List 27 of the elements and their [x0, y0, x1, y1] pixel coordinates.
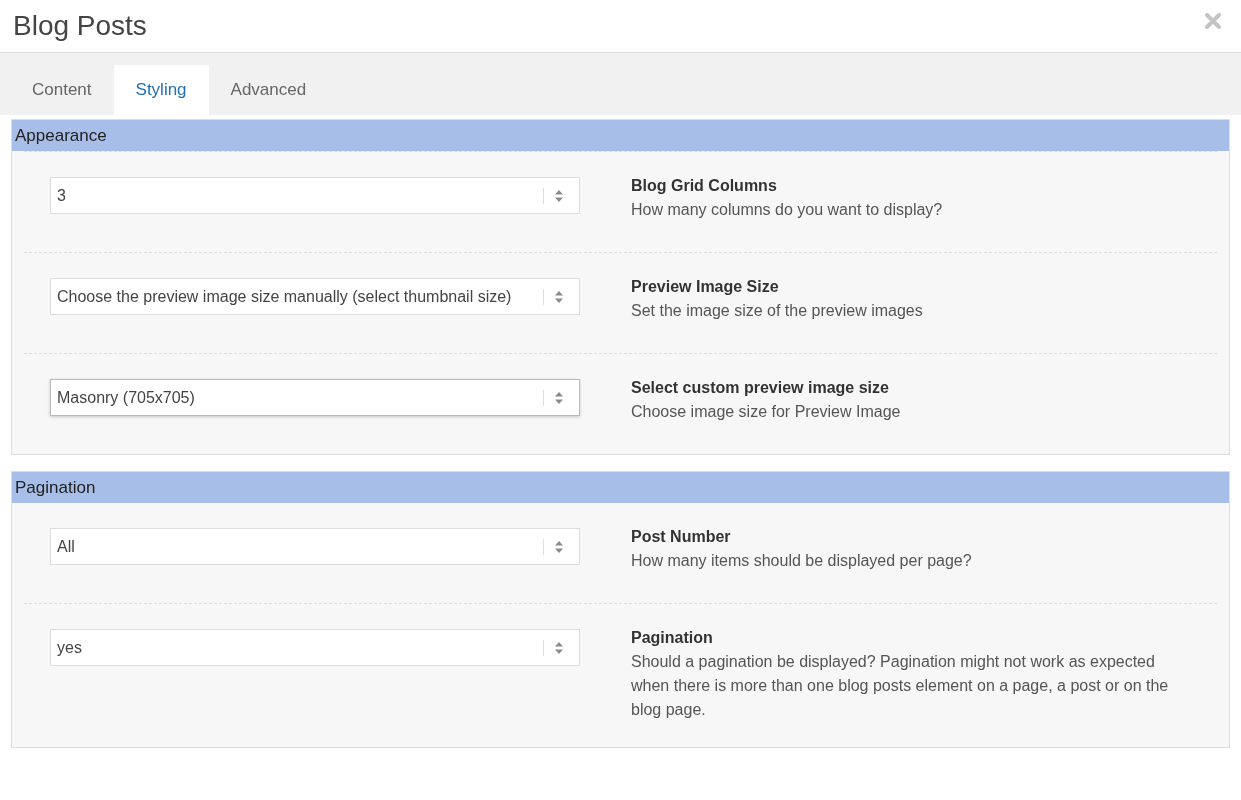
select-field[interactable]: Masonry (705x705)	[50, 379, 580, 416]
tab[interactable]: Content	[10, 65, 114, 115]
option-label: Blog Grid Columns	[631, 177, 778, 195]
select-field[interactable]: All	[50, 528, 580, 565]
updown-arrows-icon	[555, 290, 563, 303]
tab[interactable]: Advanced	[208, 65, 329, 115]
section-header: Pagination	[12, 472, 1229, 503]
option-description: Choose image size for Preview Image	[631, 402, 901, 422]
tab[interactable]: Styling	[113, 65, 209, 115]
updown-arrows-icon	[555, 189, 563, 202]
select-field[interactable]: yes	[50, 629, 580, 666]
option-description: How many columns do you want to display?	[631, 200, 943, 220]
section-header: Appearance	[12, 120, 1229, 151]
option-label: Pagination	[631, 629, 714, 647]
option-label: Preview Image Size	[631, 278, 780, 296]
option-description: Should a pagination be displayed? Pagination might not work as expected when there is more than one blog posts element on a page, a post or on the blog page.	[631, 652, 1170, 720]
updown-arrows-icon	[555, 540, 563, 553]
updown-arrows-icon	[555, 391, 563, 404]
option-label: Select custom preview image size	[631, 379, 890, 397]
option-label: Post Number	[631, 528, 732, 546]
option-description: Set the image size of the preview images	[631, 301, 923, 321]
close-icon[interactable]	[1205, 13, 1221, 29]
option-description: How many items should be displayed per page?	[631, 551, 972, 571]
select-field[interactable]: 3	[50, 177, 580, 214]
updown-arrows-icon	[555, 641, 563, 654]
window-title: Blog Posts	[13, 10, 147, 42]
select-field[interactable]: Choose the preview image size manually (select thumbnail size)	[50, 278, 580, 315]
